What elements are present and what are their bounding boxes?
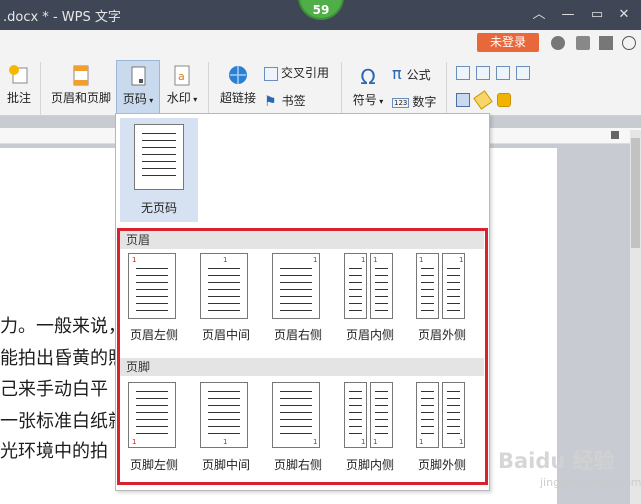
cross-reference-icon	[264, 66, 278, 81]
omega-icon: Ω	[360, 65, 376, 89]
hyperlink-label: 超链接	[219, 91, 256, 105]
svg-text:a: a	[178, 70, 185, 83]
lock-icon[interactable]	[497, 93, 511, 107]
formula-button[interactable]: π 公式	[392, 64, 431, 83]
help-icon[interactable]	[622, 36, 636, 50]
textbox-icon[interactable]	[456, 66, 470, 80]
comment-icon	[8, 64, 30, 86]
header-footer-label: 页眉和页脚	[50, 91, 111, 105]
insert-ribbon: 未登录 批注 页眉和页脚 页码 ▾ a 水印 ▾ 超链接 交叉引用 ⚑ 书签 Ω…	[0, 30, 641, 116]
cross-reference-label: 交叉引用	[281, 66, 330, 80]
bookmark-icon: ⚑	[264, 93, 277, 110]
header-footer-button[interactable]: 页眉和页脚	[48, 64, 114, 106]
score-badge[interactable]: 59	[298, 0, 344, 20]
ribbon-divider	[341, 62, 342, 116]
watermark-dropdown-icon: ▾	[190, 95, 198, 104]
cross-reference-button[interactable]: 交叉引用	[264, 64, 329, 81]
ruler-indent-icon[interactable]	[611, 131, 619, 139]
page-number-label: 页码	[122, 92, 147, 106]
watermark-icon: a	[171, 64, 193, 86]
bookmark-label: 书签	[281, 94, 306, 108]
collapse-ribbon-icon[interactable]: ︿	[528, 5, 550, 25]
formula-label: 公式	[406, 68, 431, 82]
ribbon-divider	[208, 62, 209, 116]
document-line: 己来手动白平	[0, 379, 108, 400]
number-button[interactable]: 123 数字	[392, 93, 436, 110]
number-label: 数字	[412, 95, 437, 109]
watermark-button[interactable]: a 水印 ▾	[163, 64, 201, 106]
minimize-icon[interactable]: —	[557, 5, 579, 25]
design-mode-icon[interactable]	[456, 93, 470, 107]
skin-icon[interactable]	[551, 36, 565, 50]
baidu-watermark-url: jingyan.baidu.com	[540, 476, 641, 489]
baidu-watermark: Baidu 经验	[498, 449, 615, 473]
page-number-dropdown-icon: ▾	[146, 96, 154, 105]
symbol-label: 符号	[352, 93, 377, 107]
title-bar: .docx * - WPS 文字 59 ︿ — ▭ ✕	[0, 0, 641, 30]
comment-button[interactable]: 批注	[2, 64, 36, 106]
vertical-scrollbar[interactable]	[630, 130, 641, 504]
document-line: 能拍出昏黄的照	[0, 348, 126, 369]
document-line: 光环境中的拍	[0, 441, 108, 462]
symbol-dropdown-icon: ▾	[376, 97, 384, 106]
no-page-number-option[interactable]: 无页码	[120, 118, 198, 222]
document-line: 力。一般来说，	[0, 316, 126, 337]
window-title: .docx * - WPS 文字	[3, 10, 121, 25]
highlight-frame	[117, 228, 488, 485]
ribbon-divider	[40, 62, 41, 116]
form-icon[interactable]	[496, 66, 510, 80]
scrollbar-thumb[interactable]	[631, 138, 640, 248]
hyperlink-button[interactable]: 超链接	[216, 64, 260, 106]
page-thumbnail	[134, 124, 184, 190]
watermark-label: 水印	[166, 91, 191, 105]
close-icon[interactable]: ✕	[613, 5, 635, 25]
symbol-button[interactable]: Ω 符号 ▾	[348, 66, 388, 108]
eraser-icon[interactable]	[473, 90, 493, 110]
comment-label: 批注	[6, 91, 31, 105]
ribbon-divider	[446, 62, 447, 116]
object-icon[interactable]	[516, 66, 530, 80]
user-icon[interactable]	[576, 36, 590, 50]
page-number-button[interactable]: 页码 ▾	[116, 60, 160, 116]
maximize-icon[interactable]: ▭	[586, 5, 608, 25]
pi-icon: π	[392, 64, 402, 83]
checkbox-icon[interactable]	[476, 66, 490, 80]
number-icon: 123	[392, 97, 410, 108]
page-number-icon	[127, 65, 149, 87]
header-footer-icon	[70, 64, 92, 86]
globe-link-icon	[227, 64, 249, 86]
shirt-icon[interactable]	[599, 36, 613, 50]
login-button[interactable]: 未登录	[477, 33, 539, 52]
no-page-number-label: 无页码	[140, 201, 177, 215]
bookmark-button[interactable]: ⚑ 书签	[264, 92, 306, 110]
document-line: 一张标准白纸就	[0, 411, 126, 432]
